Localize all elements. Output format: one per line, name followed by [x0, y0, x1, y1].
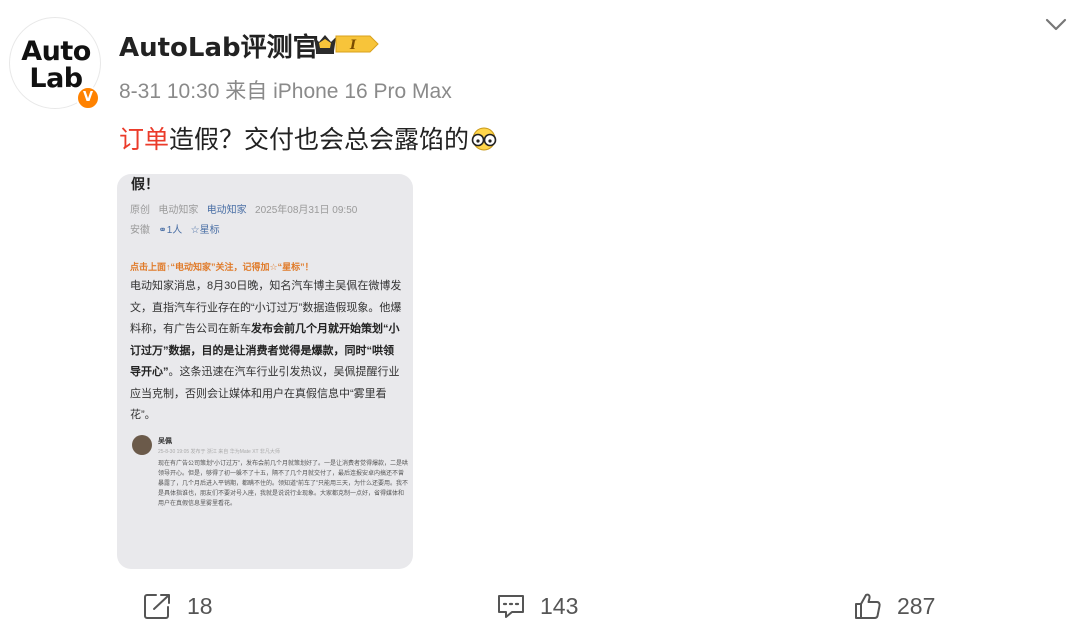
emoji-glasses-icon [471, 127, 497, 151]
post-image[interactable]: 假！ 原创 电动知家 电动知家 2025年08月31日 09:50 安徽 ⚭1人… [117, 174, 413, 569]
like-icon [855, 593, 881, 619]
share-icon [144, 594, 170, 619]
like-button[interactable]: 287 [853, 586, 935, 626]
like-count: 287 [897, 592, 936, 619]
vip-badge[interactable]: I [312, 31, 380, 57]
image-article-title: 假！ [131, 176, 159, 192]
image-article-meta: 原创 电动知家 电动知家 2025年08月31日 09:50 [130, 205, 358, 216]
verified-badge: V [76, 86, 100, 110]
comment-count: 143 [540, 592, 579, 619]
comment-button[interactable]: 143 [496, 586, 578, 626]
post-text: 订单造假？交付也会总会露馅的 [119, 120, 499, 156]
quote-avatar [132, 435, 152, 455]
share-button[interactable]: 18 [143, 586, 213, 626]
image-article-meta-2: 安徽 ⚭1人 ☆星标 [130, 225, 220, 236]
quote-author: 吴佩 [158, 438, 172, 445]
post-meta: 8-31 10:30 来自 iPhone 16 Pro Max [119, 75, 452, 105]
post-body: 造假？交付也会总会露馅的 [169, 125, 470, 154]
comment-icon [498, 595, 524, 618]
quote-text: 现在有广告公司策划“小订过万”，发布会前几个月就策划好了。一是让消费者觉得爆款，… [158, 461, 408, 507]
action-bar: 18 143 287 [0, 586, 1080, 626]
author-name[interactable]: AutoLab评测官 [119, 27, 319, 64]
image-article-body: 电动知家消息，8月30日晚，知名汽车博主吴佩在微博发文，直指汽车行业存在的“小订… [130, 280, 402, 421]
topic-highlight[interactable]: 订单 [119, 125, 169, 154]
image-article-cta: 点击上面↑“电动知家”关注，记得加☆“星标”！ [130, 262, 314, 272]
crown-icon [314, 35, 336, 54]
avatar[interactable]: Auto Lab V [9, 17, 101, 110]
vip-level-label: I [349, 38, 357, 53]
quote-meta: 25-8-30 19:05 发布于 浙江 来自 华为Mate XT 非凡大师 [158, 449, 280, 455]
share-count: 18 [187, 592, 213, 619]
post-source: 来自 iPhone 16 Pro Max [225, 80, 452, 103]
chevron-down-icon[interactable] [1044, 15, 1068, 33]
post-time: 8-31 10:30 [119, 80, 220, 103]
